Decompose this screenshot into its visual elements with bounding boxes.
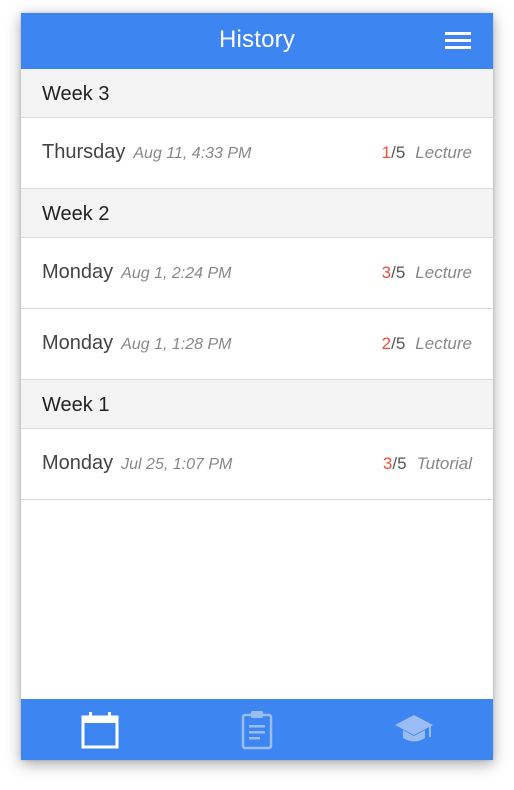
week-header: Week 2 xyxy=(21,189,493,238)
week-label: Week 2 xyxy=(42,203,110,225)
list-item[interactable]: Thursday Aug 11, 4:33 PM 1/5 Lecture xyxy=(21,118,493,189)
bottom-tab-bar xyxy=(21,697,493,760)
week-header: Week 3 xyxy=(21,69,493,118)
tab-history[interactable] xyxy=(21,699,178,760)
entry-type: Tutorial xyxy=(416,454,472,473)
week-header: Week 1 xyxy=(21,380,493,429)
entry-score: 1 xyxy=(381,143,392,162)
list-item[interactable]: Monday Aug 1, 1:28 PM 2/5 Lecture xyxy=(21,309,493,380)
entry-date: Aug 1, 1:28 PM xyxy=(121,336,232,353)
history-list: Week 3 Thursday Aug 11, 4:33 PM 1/5 Lectur… xyxy=(21,69,493,500)
entry-score: 2 xyxy=(381,334,392,353)
entry-type: Lecture xyxy=(415,263,472,282)
entry-type: Lecture xyxy=(415,143,472,162)
tab-clipboard[interactable] xyxy=(178,699,335,760)
entry-date: Jul 25, 1:07 PM xyxy=(121,456,233,473)
hamburger-menu-icon[interactable] xyxy=(445,31,473,53)
entry-day: Monday xyxy=(42,261,114,283)
week-label: Week 3 xyxy=(42,83,110,105)
entry-total: /5 xyxy=(391,263,406,282)
clipboard-icon xyxy=(241,710,272,749)
entry-day: Monday xyxy=(42,332,114,354)
calendar-icon xyxy=(81,711,118,748)
entry-total: /5 xyxy=(391,143,406,162)
entry-type: Lecture xyxy=(415,334,472,353)
week-label: Week 1 xyxy=(42,394,110,416)
list-item[interactable]: Monday Aug 1, 2:24 PM 3/5 Lecture xyxy=(21,238,493,309)
app-bar: History xyxy=(21,13,493,69)
list-item[interactable]: Monday Jul 25, 1:07 PM 3/5 Tutorial xyxy=(21,429,493,500)
entry-date: Aug 1, 2:24 PM xyxy=(121,265,232,282)
entry-total: /5 xyxy=(392,454,407,473)
app-screen: History Week 3 Thursday Aug 11, 4:33 PM 1… xyxy=(21,13,493,760)
graduation-cap-icon xyxy=(394,714,433,741)
tab-courses[interactable] xyxy=(335,699,492,760)
page-title: History xyxy=(218,26,296,53)
entry-score: 3 xyxy=(382,454,393,473)
entry-total: /5 xyxy=(391,334,406,353)
entry-score: 3 xyxy=(381,263,392,282)
entry-day: Monday xyxy=(42,452,114,474)
entry-day: Thursday xyxy=(42,141,126,163)
entry-date: Aug 11, 4:33 PM xyxy=(133,145,252,162)
